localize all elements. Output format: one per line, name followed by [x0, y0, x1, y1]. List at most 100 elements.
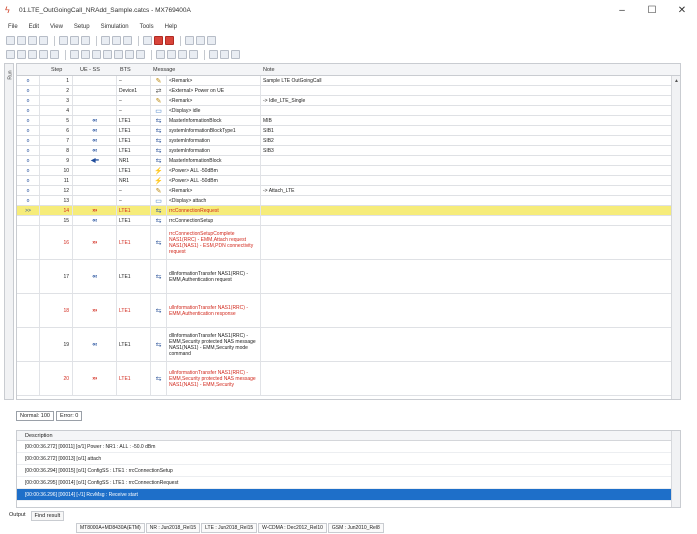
- paste-icon[interactable]: [81, 36, 90, 45]
- stop-icon[interactable]: [154, 36, 163, 45]
- row-note: [261, 86, 680, 95]
- menu-tools[interactable]: Tools: [140, 24, 154, 30]
- table-row[interactable]: o 8 ‹‹‹ LTE1 ⇆ systemInformation SIB3: [17, 146, 680, 156]
- header-ue-ss[interactable]: UE - SS: [80, 67, 100, 73]
- header-step[interactable]: Step: [51, 67, 62, 73]
- find-icon[interactable]: [123, 36, 132, 45]
- table-row[interactable]: o 13 – ▭ <Display> attach: [17, 196, 680, 206]
- loop-icon[interactable]: [125, 50, 134, 59]
- table-row[interactable]: o 12 – ✎ <Remark> -> Attach_LTE: [17, 186, 680, 196]
- table-row[interactable]: o 10 LTE1 ⚡ <Power> ALL -50dBm: [17, 166, 680, 176]
- insert-row-icon[interactable]: [101, 36, 110, 45]
- power-icon[interactable]: [92, 50, 101, 59]
- nr-message-icon[interactable]: [6, 50, 15, 59]
- save-icon[interactable]: [28, 36, 37, 45]
- grid-vertical-scrollbar[interactable]: ▲: [671, 76, 680, 399]
- row-note: [261, 362, 680, 395]
- table-row[interactable]: 15 ‹‹‹ LTE1 ⇆ rrcConnectionSetup: [17, 216, 680, 226]
- table-row[interactable]: >> 14 ››› LTE1 ⇆ rrcConnectionRequest: [17, 206, 680, 216]
- record-icon[interactable]: [165, 36, 174, 45]
- menu-view[interactable]: View: [50, 24, 63, 30]
- display-icon[interactable]: [81, 50, 90, 59]
- table-row[interactable]: o 2 Device1 ⇄ <External> Power on UE: [17, 86, 680, 96]
- log-entry[interactable]: [00:00:36.294] [00015] [o/1] ConfigSS : …: [17, 465, 680, 477]
- table-row[interactable]: 17 ‹‹‹ LTE1 ⇆ dlInformationTransfer NAS1(RRC…: [17, 260, 680, 294]
- header-message[interactable]: Message: [153, 67, 175, 73]
- delete-row-icon[interactable]: [112, 36, 121, 45]
- row-bts: LTE1: [117, 116, 151, 125]
- table-row[interactable]: o 5 ‹‹‹ LTE1 ⇆ MasterInformationBlock MIB: [17, 116, 680, 126]
- log-pane: Description [00:00:36.272] [00011] [o/1]…: [16, 430, 681, 508]
- table-row[interactable]: o 1 – ✎ <Remark> Sample LTE OutGoingCall: [17, 76, 680, 86]
- config-icon[interactable]: [207, 36, 216, 45]
- remark-icon[interactable]: [70, 50, 79, 59]
- table-row[interactable]: o 9 ◀━ NR1 ⇆ MasterInformationBlock: [17, 156, 680, 166]
- gsm-message-icon[interactable]: [39, 50, 48, 59]
- menu-edit[interactable]: Edit: [29, 24, 39, 30]
- jump-icon[interactable]: [136, 50, 145, 59]
- maximize-button[interactable]: ☐: [637, 0, 667, 20]
- table-row[interactable]: o 7 ‹‹‹ LTE1 ⇆ systemInformation SIB2: [17, 136, 680, 146]
- timer-icon[interactable]: [114, 50, 123, 59]
- table-row[interactable]: 20 ››› LTE1 ⇆ ulInformationTransfer NAS1(RRC…: [17, 362, 680, 396]
- open-file-icon[interactable]: [17, 36, 26, 45]
- log-list: [00:00:36.272] [00011] [o/1] Power : NR1…: [17, 441, 680, 501]
- error-count-badge[interactable]: Error: 0: [55, 411, 83, 421]
- lte-message-icon[interactable]: [17, 50, 26, 59]
- header-note[interactable]: Note: [263, 67, 275, 73]
- log-header[interactable]: Description: [17, 431, 680, 441]
- wait-icon[interactable]: [156, 50, 165, 59]
- log-entry[interactable]: [00:00:36.272] [00013] [o/1] attach: [17, 453, 680, 465]
- menu-file[interactable]: File: [8, 24, 18, 30]
- step-icon[interactable]: [185, 36, 194, 45]
- minimize-button[interactable]: –: [607, 0, 637, 20]
- table-row[interactable]: o 6 ‹‹‹ LTE1 ⇆ systemInformationBlockType1 SIB…: [17, 126, 680, 136]
- menu-setup[interactable]: Setup: [74, 24, 90, 30]
- cut-icon[interactable]: [59, 36, 68, 45]
- tab-find-result[interactable]: Find result: [30, 511, 65, 521]
- wcdma-message-icon[interactable]: [28, 50, 37, 59]
- row-run-marker: o: [17, 166, 40, 175]
- normal-count-badge[interactable]: Normal: 100: [16, 411, 54, 421]
- row-run-marker: o: [17, 156, 40, 165]
- row-run-marker: [17, 362, 40, 395]
- zoom-out-icon[interactable]: [220, 50, 229, 59]
- search-icon[interactable]: [231, 50, 240, 59]
- compare-icon[interactable]: [178, 50, 187, 59]
- new-file-icon[interactable]: [6, 36, 15, 45]
- table-row[interactable]: o 4 – ▭ <Display> idle: [17, 106, 680, 116]
- header-bts[interactable]: BTS: [120, 67, 131, 73]
- row-direction-arrow: [73, 106, 117, 115]
- copy-icon[interactable]: [70, 36, 79, 45]
- log-scrollbar[interactable]: [671, 431, 680, 507]
- run-icon[interactable]: [143, 36, 152, 45]
- check-icon[interactable]: [167, 50, 176, 59]
- nas-message-icon[interactable]: [50, 50, 59, 59]
- log-entry[interactable]: [00:00:36.296] [00014] [-/1] RcvMsg : Re…: [17, 489, 680, 501]
- close-button[interactable]: ✕: [667, 0, 697, 20]
- menu-simulation[interactable]: Simulation: [101, 24, 129, 30]
- zoom-in-icon[interactable]: [209, 50, 218, 59]
- log-entry[interactable]: [00:00:36.295] [00014] [o/1] ConfigSS : …: [17, 477, 680, 489]
- scroll-up-icon[interactable]: ▲: [674, 78, 679, 84]
- table-row[interactable]: 18 ››› LTE1 ⇆ ulInformationTransfer NAS1(RRC…: [17, 294, 680, 328]
- breakpoint-icon[interactable]: [196, 36, 205, 45]
- rrc-icon: ⇆: [155, 117, 162, 125]
- status-wcdma-version: W-CDMA : Dec2012_Rel10: [258, 523, 327, 533]
- table-row[interactable]: 19 ‹‹‹ LTE1 ⇆ dlInformationTransfer NAS1(RRC…: [17, 328, 680, 362]
- save-all-icon[interactable]: [39, 36, 48, 45]
- table-row[interactable]: 16 ››› LTE1 ⇆ rrcConnectionSetupComplete NAS…: [17, 226, 680, 260]
- sync-icon[interactable]: [189, 50, 198, 59]
- grid-header: Step UE - SS BTS Message Note: [17, 64, 680, 76]
- toolbar-secondary: [6, 48, 242, 61]
- table-row[interactable]: o 3 – ✎ <Remark> -> Idle_LTE_Single: [17, 96, 680, 106]
- log-entry[interactable]: [00:00:36.272] [00011] [o/1] Power : NR1…: [17, 441, 680, 453]
- table-row[interactable]: o 11 NR1 ⚡ <Power> ALL -50dBm: [17, 176, 680, 186]
- menu-help[interactable]: Help: [165, 24, 177, 30]
- toolbar-separator: [180, 35, 181, 46]
- rrc-icon: ⇆: [155, 217, 162, 225]
- run-sidebar[interactable]: Run: [4, 63, 14, 400]
- row-direction-arrow: ◀━: [73, 156, 117, 165]
- row-step: 2: [40, 86, 73, 95]
- external-icon[interactable]: [103, 50, 112, 59]
